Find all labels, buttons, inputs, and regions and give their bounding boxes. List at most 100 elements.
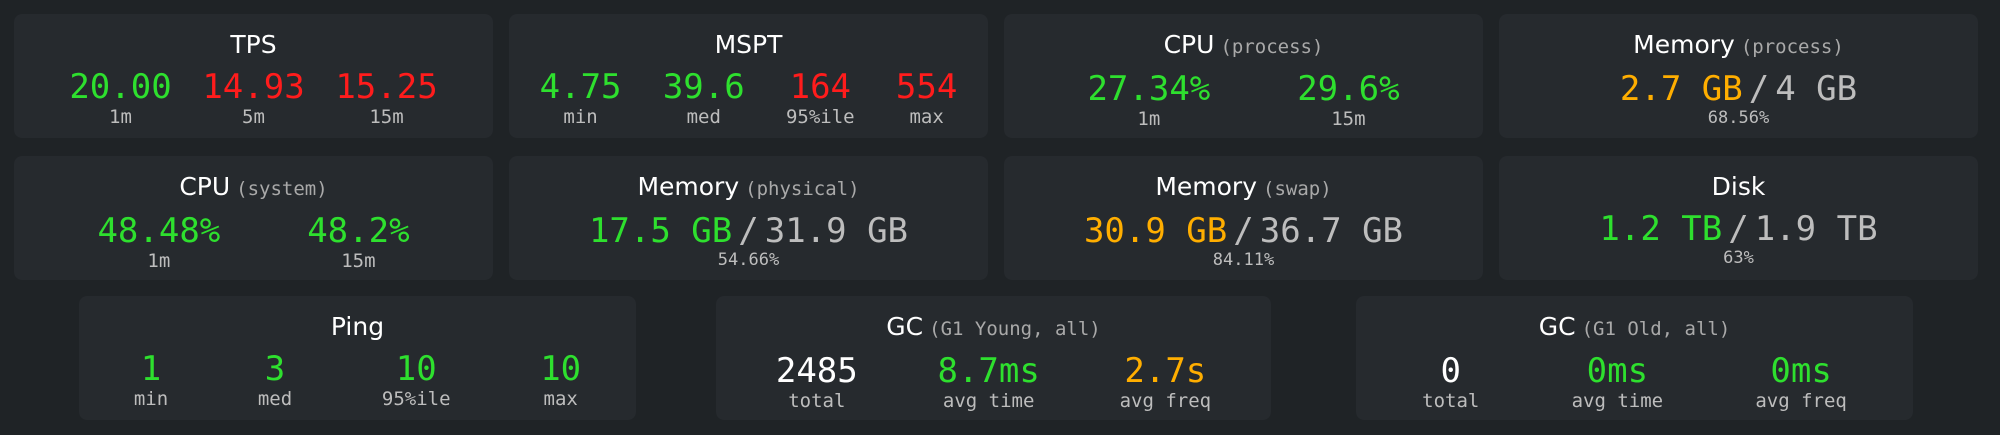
stat-label: 15m (341, 250, 376, 272)
card-title: GC (G1 Young, all) (716, 312, 1271, 344)
card-subtitle: (system) (236, 178, 328, 200)
used-value: 17.5 GB (588, 211, 733, 251)
stat-label: avg time (1571, 390, 1664, 412)
card-subtitle: (G1 Young, all) (929, 318, 1101, 340)
stat-label: med (257, 388, 293, 410)
stat-label: avg freq (1119, 390, 1212, 412)
ping-min: 1 min (134, 350, 168, 410)
stat-value: 164 (789, 67, 852, 107)
memory-ratio: 30.9 GB/36.7 GB (1004, 212, 1483, 250)
memory-process-card: Memory (process) 2.7 GB/4 GB 68.56% (1499, 14, 1978, 138)
ping-max: 10 max (540, 350, 581, 410)
stat-value: 27.34% (1087, 69, 1211, 109)
stat-value: 3 (264, 349, 286, 389)
card-title: Ping (330, 312, 385, 341)
tps-1m: 20.00 1m (69, 68, 171, 128)
stat-value: 8.7ms (937, 351, 1040, 391)
card-subtitle: (swap) (1263, 178, 1332, 200)
title-text: Memory (1155, 172, 1258, 201)
stat-label: 95%ile (785, 106, 855, 128)
total-value: 31.9 GB (764, 211, 909, 251)
memory-ratio: 17.5 GB/31.9 GB (509, 212, 988, 250)
stat-label: avg time (942, 390, 1035, 412)
stat-label: med (686, 106, 721, 128)
stat-value: 14.93 (202, 67, 305, 107)
title-text: Memory (637, 172, 740, 201)
stat-value: 0ms (1586, 351, 1649, 391)
percent-label: 54.66% (717, 250, 780, 270)
tps-card: TPS 20.00 1m 14.93 5m 15.25 15m (14, 14, 493, 138)
gc-young-card: GC (G1 Young, all) 2485 total 8.7ms avg tim… (716, 296, 1271, 420)
stat-value: 4.75 (539, 67, 622, 107)
stat-label: max (909, 106, 944, 128)
stat-value: 39.6 (662, 67, 745, 107)
stat-label: avg freq (1755, 390, 1847, 412)
gc-young-avg-freq: 2.7s avg freq (1120, 352, 1212, 412)
separator: / (738, 211, 759, 251)
stat-label: 1m (109, 106, 132, 128)
card-title: Memory (physical) (509, 172, 988, 204)
stat-value: 554 (895, 67, 958, 107)
cpu-process-1m: 27.34% 1m (1087, 70, 1210, 130)
separator: / (1728, 209, 1749, 249)
ping-95: 10 95%ile (382, 350, 451, 410)
percent-label: 63% (1723, 248, 1754, 268)
card-subtitle: (process) (1740, 36, 1844, 58)
card-title: CPU (process) (1004, 30, 1483, 62)
gc-young-total: 2485 total (776, 352, 858, 412)
card-title: MSPT (714, 30, 783, 59)
card-title: Memory (process) (1499, 30, 1978, 62)
stat-value: 0ms (1770, 351, 1832, 391)
stat-value: 2485 (775, 351, 858, 391)
stat-value: 15.25 (335, 67, 438, 107)
stat-label: min (133, 388, 169, 410)
stat-value: 20.00 (69, 67, 172, 107)
stat-value: 29.6% (1297, 69, 1400, 109)
disk-ratio: 1.2 TB/1.9 TB (1499, 210, 1978, 248)
gc-old-card: GC (G1 Old, all) 0 total 0ms avg time 0ms av… (1356, 296, 1913, 420)
stat-value: 10 (395, 349, 437, 389)
stat-label: 1m (1137, 108, 1161, 130)
total-value: 4 GB (1775, 69, 1858, 109)
ping-card: Ping 1 min 3 med 10 95%ile 10 max (79, 296, 636, 420)
tps-5m: 14.93 5m (202, 68, 304, 128)
gc-old-avg-time: 0ms avg time (1572, 352, 1664, 412)
stat-label: min (563, 106, 598, 128)
card-title: Disk (1711, 172, 1766, 201)
title-text: CPU (1163, 30, 1215, 59)
card-title: TPS (230, 30, 277, 59)
title-text: Memory (1633, 30, 1735, 59)
stat-value: 48.2% (307, 211, 410, 251)
card-title: Memory (swap) (1004, 172, 1483, 204)
cpu-system-card: CPU (system) 48.48% 1m 48.2% 15m (14, 156, 493, 280)
total-value: 1.9 TB (1754, 209, 1878, 249)
total-value: 36.7 GB (1259, 211, 1404, 251)
stat-label: total (788, 390, 846, 412)
memory-physical-card: Memory (physical) 17.5 GB/31.9 GB 54.66% (509, 156, 988, 280)
stat-value: 0 (1440, 351, 1461, 391)
stat-label: 5m (242, 106, 265, 128)
percent-label: 84.11% (1212, 250, 1275, 270)
stat-label: 15m (1331, 108, 1366, 130)
stat-label: 95%ile (381, 388, 451, 410)
gc-young-avg-time: 8.7ms avg time (937, 352, 1039, 412)
gc-old-total: 0 total (1422, 352, 1479, 412)
stat-label: max (543, 388, 578, 410)
separator: / (1233, 211, 1254, 251)
card-subtitle: (process) (1220, 36, 1324, 58)
stat-value: 2.7s (1124, 351, 1207, 391)
separator: / (1748, 69, 1770, 109)
used-value: 30.9 GB (1083, 211, 1228, 251)
cpu-process-15m: 29.6% 15m (1297, 70, 1399, 130)
mspt-95: 164 95%ile (786, 68, 855, 128)
card-subtitle: (G1 Old, all) (1581, 318, 1731, 340)
stat-label: 1m (147, 250, 171, 272)
card-title: CPU (system) (14, 172, 493, 204)
cpu-system-1m: 48.48% 1m (97, 212, 220, 272)
ping-med: 3 med (258, 350, 292, 410)
used-value: 1.2 TB (1599, 209, 1723, 249)
cpu-process-card: CPU (process) 27.34% 1m 29.6% 15m (1004, 14, 1483, 138)
mspt-card: MSPT 4.75 min 39.6 med 164 95%ile 554 max (509, 14, 988, 138)
card-subtitle: (physical) (745, 178, 860, 200)
disk-card: Disk 1.2 TB/1.9 TB 63% (1499, 156, 1978, 280)
